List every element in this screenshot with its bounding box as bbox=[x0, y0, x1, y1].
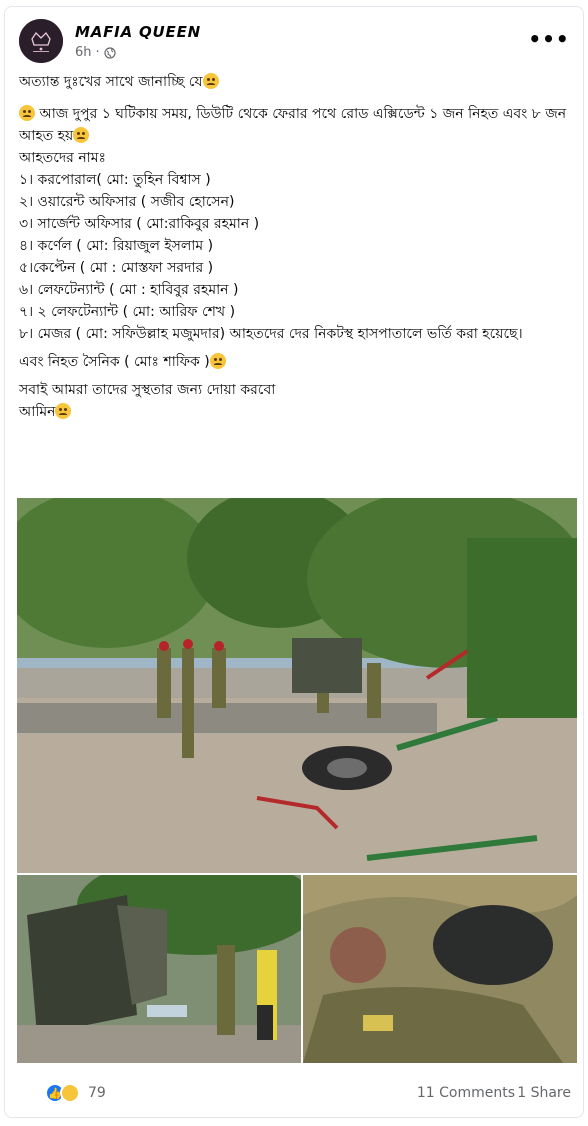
post-line: ৩। সার্জেন্ট অফিসার ( মো:রাকিবুর রহমান ) bbox=[19, 216, 260, 232]
post-line: ৫।কেপ্টেন ( মো : মোস্তফা সরদার ) bbox=[19, 260, 214, 276]
post-photo-bottom-right[interactable] bbox=[303, 875, 577, 1063]
sad-face-icon bbox=[202, 73, 219, 89]
post-line: সবাই আমরা তাদের সুস্থতার জন্য দোয়া করবো bbox=[19, 382, 276, 398]
post-line: আহতদের নামঃ bbox=[19, 150, 106, 166]
post-photo-main[interactable] bbox=[17, 498, 577, 873]
shares-link[interactable]: 1 Share bbox=[517, 1085, 571, 1101]
sad-reaction-icon bbox=[60, 1083, 80, 1103]
sad-face-icon bbox=[19, 105, 35, 121]
comments-link[interactable]: 11 Comments bbox=[417, 1085, 515, 1101]
reactions[interactable]: 👍 79 bbox=[45, 1083, 106, 1103]
post-line: ২। ওয়ারেন্ট অফিসার ( সজীব হোসেন) bbox=[19, 194, 235, 210]
post-line: ৮। মেজর ( মো: সফিউল্লাহ মজুমদার) আহতদের … bbox=[19, 326, 523, 342]
globe-icon bbox=[104, 46, 116, 59]
crying-face-icon bbox=[209, 353, 226, 369]
avatar[interactable] bbox=[19, 19, 63, 63]
post-line: ১। করপোরাল( মো: তুহিন বিশ্বাস ) bbox=[19, 172, 211, 188]
post-photo-bottom-left[interactable] bbox=[17, 875, 301, 1063]
post-text: অত্যান্ত দুঃখের সাথে জানাচ্ছি যে আজ দুপু… bbox=[19, 71, 575, 423]
post-line: ৬। লেফটেন্যান্ট ( মো : হাবিবুর রহমান ) bbox=[19, 282, 239, 298]
post-line: এবং নিহত সৈনিক ( মোঃ শাফিক ) bbox=[19, 354, 210, 370]
more-options-icon[interactable]: ••• bbox=[528, 27, 568, 51]
sad-face-icon bbox=[73, 127, 90, 143]
post-line: ৭। ২ লেফটেন্যান্ট ( মো: আরিফ শেখ ) bbox=[19, 304, 236, 320]
reaction-count: 79 bbox=[88, 1085, 106, 1101]
post-meta: 6h · bbox=[75, 45, 116, 60]
post-header: MAFIA QUEEN 6h · ••• bbox=[19, 19, 575, 67]
sad-face-icon bbox=[55, 403, 72, 419]
post-line: অত্যান্ত দুঃখের সাথে জানাচ্ছি যে bbox=[19, 74, 203, 90]
post-footer: 👍 79 11 Comments 1 Share bbox=[19, 1079, 575, 1107]
post-line: আজ দুপুর ১ ঘটিকায় সময়, ডিউটি থেকে ফেরা… bbox=[19, 106, 567, 144]
post-card: MAFIA QUEEN 6h · ••• অত্যান্ত দুঃখের সাথ… bbox=[4, 6, 584, 1118]
post-line: ৪। কর্ণেল ( মো: রিয়াজুল ইসলাম ) bbox=[19, 238, 214, 254]
page-name[interactable]: MAFIA QUEEN bbox=[75, 23, 201, 41]
post-time[interactable]: 6h bbox=[75, 45, 92, 60]
post-line: আমিন bbox=[19, 404, 56, 420]
